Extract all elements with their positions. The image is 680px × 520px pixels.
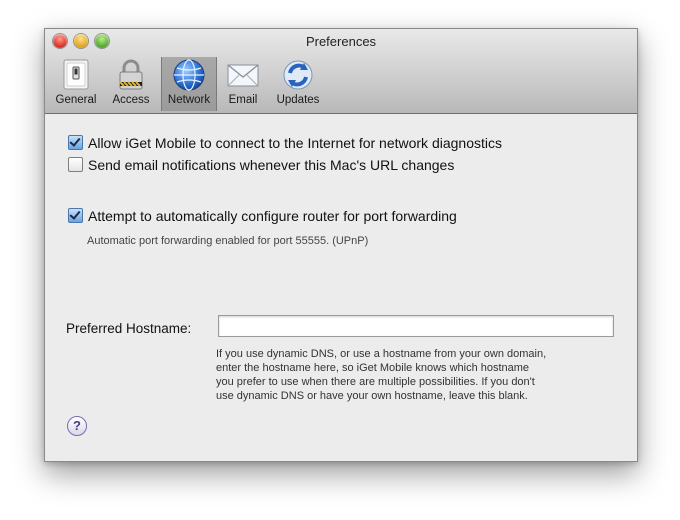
hostname-input[interactable]	[218, 315, 614, 337]
help-line: you prefer to use when there are multipl…	[216, 376, 535, 388]
preferences-window: Preferences General Access Network Email…	[44, 28, 638, 462]
help-line: enter the hostname here, so iGet Mobile …	[216, 362, 530, 374]
title-bar: Preferences General Access Network Email…	[45, 29, 637, 114]
help-line: If you use dynamic DNS, or use a hostnam…	[216, 348, 547, 360]
globe-icon	[173, 59, 205, 91]
auto-router-checkbox[interactable]	[68, 208, 83, 223]
envelope-icon	[227, 64, 259, 87]
tab-updates-label: Updates	[276, 94, 320, 106]
email-notify-checkbox[interactable]	[68, 157, 83, 172]
network-pane: Allow iGet Mobile to connect to the Inte…	[45, 114, 637, 461]
tab-general[interactable]: General	[50, 57, 102, 111]
window-title: Preferences	[305, 34, 377, 49]
tab-general-label: General	[55, 94, 97, 106]
tab-email[interactable]: Email	[222, 57, 264, 111]
help-button[interactable]: ?	[67, 416, 87, 436]
tab-email-label: Email	[228, 94, 258, 106]
tab-network[interactable]: Network	[161, 57, 217, 111]
port-status-text: Automatic port forwarding enabled for po…	[87, 235, 369, 247]
allow-connect-checkbox[interactable]	[68, 135, 83, 150]
auto-router-option[interactable]: Attempt to automatically configure route…	[68, 208, 457, 224]
email-notify-label: Send email notifications whenever this M…	[88, 157, 455, 173]
allow-connect-label: Allow iGet Mobile to connect to the Inte…	[88, 135, 502, 151]
allow-connect-option[interactable]: Allow iGet Mobile to connect to the Inte…	[68, 135, 502, 151]
auto-router-label: Attempt to automatically configure route…	[88, 208, 457, 224]
sync-icon	[283, 60, 313, 90]
switch-icon	[63, 59, 89, 90]
tab-updates[interactable]: Updates	[270, 57, 326, 111]
email-notify-option[interactable]: Send email notifications whenever this M…	[68, 157, 454, 173]
tab-access-label: Access	[112, 94, 150, 106]
hostname-label: Preferred Hostname:	[66, 321, 192, 336]
lock-icon	[119, 59, 143, 90]
tab-network-label: Network	[167, 94, 211, 106]
tab-access[interactable]: Access	[106, 57, 156, 111]
help-line: use dynamic DNS or have your own hostnam…	[216, 390, 528, 402]
hostname-help-text: If you use dynamic DNS, or use a hostnam…	[216, 347, 626, 403]
